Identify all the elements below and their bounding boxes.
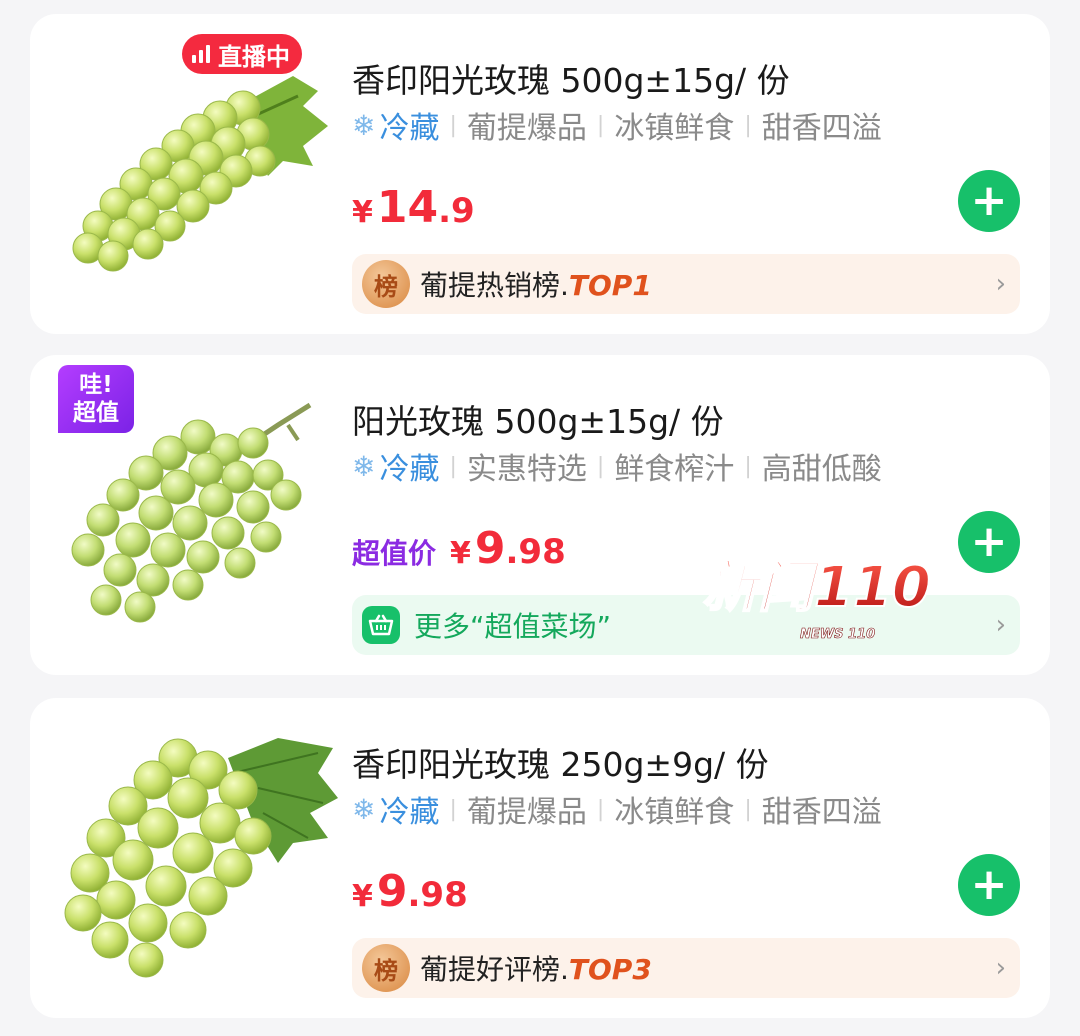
tag: 高甜低酸 (761, 452, 882, 487)
price: ¥ 9 .98 (352, 866, 468, 917)
tag: 冰镇鲜食 (614, 111, 735, 146)
ranking-bar[interactable]: 榜 葡提热销榜.TOP1 › (352, 254, 1020, 314)
watermark-sub: NEWS 110 (800, 627, 875, 642)
tag: 实惠特选 (466, 452, 587, 487)
tag: 葡提爆品 (466, 111, 587, 146)
tag: 冰镇鲜食 (614, 795, 735, 830)
price: 超值价 ¥ 9 .98 (352, 523, 566, 574)
snowflake-icon: ❄ (352, 108, 376, 142)
snowflake-icon: ❄ (352, 792, 376, 826)
news-watermark-logo: 新闻110 NEWS 110 (700, 520, 980, 650)
storage-label: 冷藏 (379, 452, 440, 487)
tag: 甜香四溢 (761, 111, 882, 146)
tag: 鲜食榨汁 (614, 452, 735, 487)
ranking-bar[interactable]: 榜 葡提好评榜.TOP3 › (352, 938, 1020, 998)
rank-top: TOP1 (568, 269, 652, 302)
product-title[interactable]: 香印阳光玫瑰 250g±9g/ 份 (352, 738, 769, 786)
value-badge: 哇! 超值 (58, 365, 134, 433)
rank-medal-icon: 榜 (362, 260, 410, 308)
live-badge-label: 直播中 (218, 42, 290, 71)
product-card-1[interactable]: 直播中 香印阳光玫瑰 500g±15g/ 份 ❄ 冷藏 | 葡提爆品 | 冰镇鲜… (30, 14, 1050, 334)
rank-medal-icon: 榜 (362, 944, 410, 992)
chevron-right-icon: › (995, 610, 1006, 640)
watermark-main: 新闻110 (702, 555, 931, 620)
tag: 甜香四溢 (761, 795, 882, 830)
product-title[interactable]: 阳光玫瑰 500g±15g/ 份 (352, 395, 724, 443)
more-deals-label: 更多“超值菜场” (414, 610, 612, 643)
chevron-right-icon: › (995, 953, 1006, 983)
add-to-cart-button[interactable]: + (958, 854, 1020, 916)
grape-image[interactable] (48, 395, 338, 665)
add-to-cart-button[interactable]: + (958, 170, 1020, 232)
storage-label: 冷藏 (379, 111, 440, 146)
product-card-3[interactable]: 香印阳光玫瑰 250g±9g/ 份 ❄ 冷藏 | 葡提爆品 | 冰镇鲜食 | 甜… (30, 698, 1050, 1018)
rank-label: 葡提热销榜. (420, 269, 569, 302)
grape-image[interactable] (48, 728, 338, 998)
grape-image[interactable] (48, 36, 338, 306)
storage-label: 冷藏 (379, 795, 440, 830)
product-tags: ❄ 冷藏 | 葡提爆品 | 冰镇鲜食 | 甜香四溢 (352, 105, 882, 147)
live-badge[interactable]: 直播中 (182, 34, 302, 74)
product-title[interactable]: 香印阳光玫瑰 500g±15g/ 份 (352, 54, 790, 102)
plus-icon: + (970, 859, 1008, 910)
plus-icon: + (970, 175, 1008, 226)
live-signal-icon (192, 45, 210, 63)
chevron-right-icon: › (995, 269, 1006, 299)
product-tags: ❄ 冷藏 | 葡提爆品 | 冰镇鲜食 | 甜香四溢 (352, 789, 882, 831)
price-prefix: 超值价 (352, 537, 437, 570)
basket-icon (362, 606, 400, 644)
rank-label: 葡提好评榜. (420, 953, 569, 986)
product-tags: ❄ 冷藏 | 实惠特选 | 鲜食榨汁 | 高甜低酸 (352, 446, 882, 488)
price: ¥ 14 .9 (352, 182, 475, 233)
snowflake-icon: ❄ (352, 449, 376, 483)
rank-top: TOP3 (568, 953, 652, 986)
tag: 葡提爆品 (466, 795, 587, 830)
